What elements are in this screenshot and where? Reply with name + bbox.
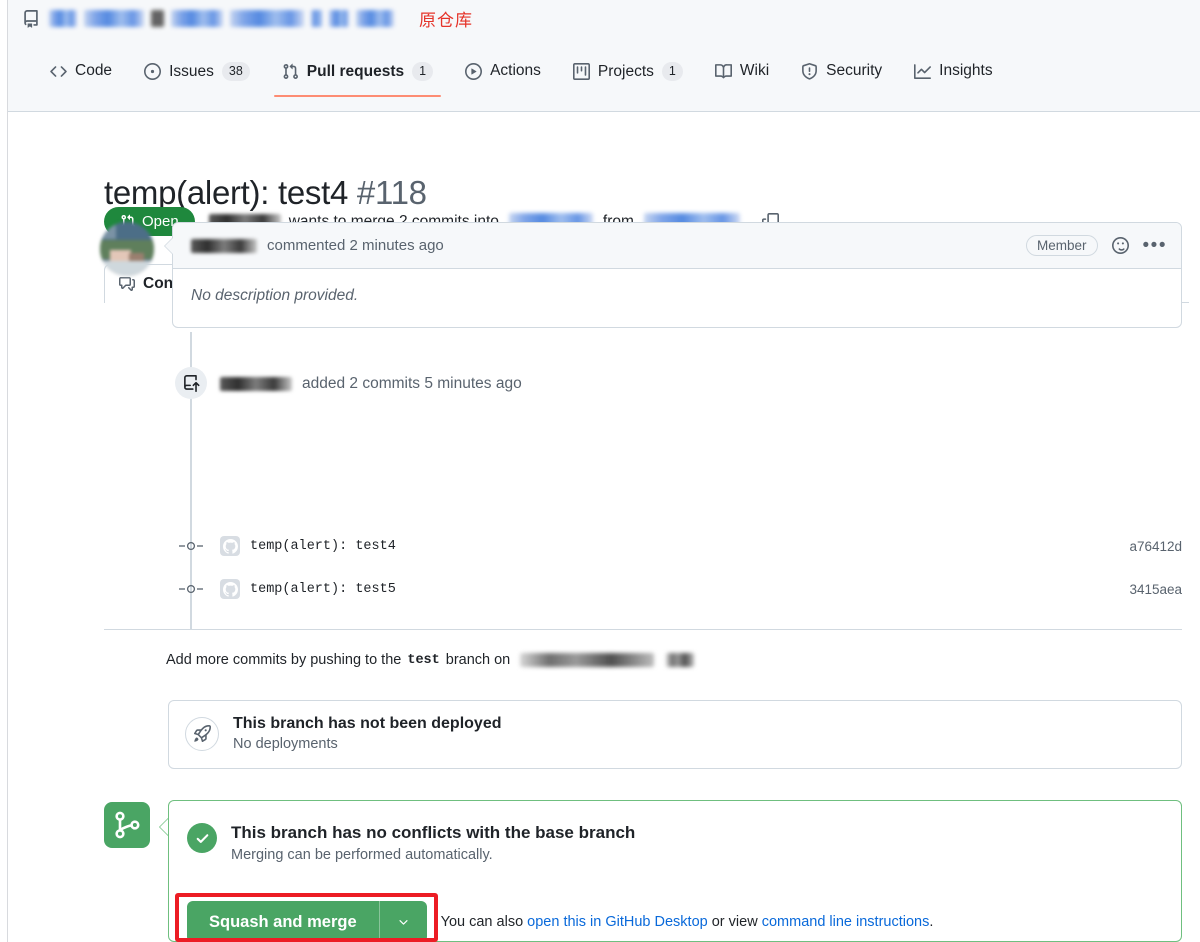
- commit-sha[interactable]: a76412d: [1129, 539, 1182, 554]
- nav-item-projects[interactable]: Projects 1: [557, 62, 699, 97]
- nav-count-projects: 1: [661, 62, 683, 81]
- push-author-redacted[interactable]: [220, 377, 292, 391]
- nav-label-insights: Insights: [939, 62, 993, 79]
- comment-discussion-icon: [119, 276, 135, 292]
- comment-actions: Member •••: [1026, 235, 1167, 256]
- commit-row[interactable]: temp(alert): test4 a76412d: [176, 533, 1182, 559]
- check-circle-icon: [187, 823, 217, 853]
- project-icon: [572, 63, 590, 80]
- comment-box: commented 2 minutes ago Member ••• No de…: [164, 222, 1182, 328]
- squash-and-merge-button[interactable]: Squash and merge: [187, 901, 427, 941]
- chevron-down-icon[interactable]: [380, 901, 427, 941]
- graph-icon: [914, 63, 932, 80]
- merge-box-arrow: [159, 818, 168, 836]
- merge-note-middle: or view: [707, 914, 762, 930]
- push-hint: Add more commits by pushing to the test …: [166, 652, 695, 668]
- avatar[interactable]: [100, 222, 154, 276]
- github-desktop-link[interactable]: open this in GitHub Desktop: [527, 914, 708, 930]
- pr-title-text: temp(alert): test4: [104, 174, 349, 212]
- nav-label-security: Security: [826, 62, 883, 79]
- merge-actions: Squash and merge You can also open this …: [187, 901, 934, 941]
- repository-name-redacted[interactable]: [49, 10, 394, 27]
- role-badge: Member: [1026, 235, 1098, 256]
- commit-message[interactable]: temp(alert): test4: [250, 539, 396, 554]
- shield-icon: [801, 62, 818, 80]
- push-hint-branch: test: [407, 652, 440, 668]
- nav-item-pull-requests[interactable]: Pull requests 1: [266, 62, 449, 97]
- push-event-label: added 2 commits 5 minutes ago: [302, 375, 522, 392]
- nav-item-wiki[interactable]: Wiki: [699, 62, 785, 96]
- push-hint-suffix: branch on: [445, 652, 511, 668]
- git-merge-icon: [104, 802, 150, 848]
- comment-arrow: [164, 237, 173, 255]
- play-icon: [465, 62, 483, 80]
- merge-status-header: This branch has no conflicts with the ba…: [169, 801, 1181, 863]
- push-hint-repo-redacted-2[interactable]: [666, 653, 695, 667]
- push-hint-repo-redacted[interactable]: [520, 653, 655, 667]
- section-divider: [104, 629, 1182, 630]
- nav-label-code: Code: [75, 62, 113, 79]
- book-icon: [714, 63, 732, 80]
- nav-item-security[interactable]: Security: [785, 62, 898, 96]
- issue-opened-icon: [144, 63, 162, 80]
- nav-label-pull-requests: Pull requests: [306, 62, 405, 80]
- comment-author-row: commented 2 minutes ago: [191, 237, 444, 254]
- github-mark-icon: [220, 536, 240, 556]
- annotation-original-repo: 原仓库: [419, 11, 473, 31]
- squash-and-merge-label: Squash and merge: [209, 912, 357, 931]
- comment-timestamp: commented 2 minutes ago: [267, 237, 444, 254]
- comment-author-redacted[interactable]: [191, 238, 257, 253]
- rocket-icon: [185, 716, 219, 751]
- merge-note-prefix: You can also: [440, 914, 528, 930]
- command-line-instructions-link[interactable]: command line instructions: [762, 914, 930, 930]
- merge-status-subtitle: Merging can be performed automatically.: [231, 847, 493, 863]
- deployment-status-box: This branch has not been deployed No dep…: [168, 700, 1182, 769]
- deployment-text: This branch has not been deployed No dep…: [233, 715, 501, 752]
- add-reaction-icon[interactable]: [1111, 237, 1129, 254]
- repo-icon: [22, 9, 40, 28]
- merge-note-suffix: .: [929, 914, 934, 930]
- nav-count-pull-requests: 1: [412, 62, 434, 81]
- repository-title-row: 原仓库: [22, 6, 473, 31]
- nav-item-issues[interactable]: Issues 38: [128, 62, 266, 97]
- merge-status-text: This branch has no conflicts with the ba…: [231, 823, 635, 863]
- deployment-subtitle: No deployments: [233, 736, 338, 752]
- nav-label-actions: Actions: [490, 62, 541, 79]
- nav-item-insights[interactable]: Insights: [898, 62, 1008, 96]
- push-event-icon: [175, 367, 207, 399]
- push-event-text: added 2 commits 5 minutes ago: [220, 375, 522, 393]
- github-mark-icon: [220, 579, 240, 599]
- pr-number: #118: [356, 174, 427, 212]
- nav-label-issues: Issues: [169, 62, 214, 80]
- commit-message[interactable]: temp(alert): test5: [250, 582, 396, 597]
- deployment-title: This branch has not been deployed: [233, 715, 502, 732]
- merge-status-title: This branch has no conflicts with the ba…: [231, 823, 636, 842]
- commit-row[interactable]: temp(alert): test5 3415aea: [176, 576, 1182, 602]
- commit-node-icon: [176, 584, 206, 594]
- code-icon: [50, 63, 67, 80]
- repository-nav: Code Issues 38 Pull requests 1 Actions P…: [34, 62, 1009, 97]
- nav-label-wiki: Wiki: [739, 62, 770, 79]
- git-pull-request-icon: [282, 63, 299, 80]
- page-left-border: [7, 0, 8, 942]
- commit-sha[interactable]: 3415aea: [1129, 582, 1182, 597]
- nav-count-issues: 38: [221, 62, 250, 81]
- comment-body: No description provided.: [191, 287, 359, 304]
- comment-menu-icon[interactable]: •••: [1143, 236, 1167, 255]
- comment-header: commented 2 minutes ago Member •••: [173, 223, 1181, 269]
- nav-label-projects: Projects: [597, 62, 654, 80]
- nav-item-code[interactable]: Code: [34, 62, 128, 96]
- merge-help-text: You can also open this in GitHub Desktop…: [441, 914, 934, 930]
- repository-header: 原仓库 Code Issues 38 Pull requests 1 Actio…: [8, 0, 1200, 112]
- nav-item-actions[interactable]: Actions: [449, 62, 557, 96]
- merge-status-box: This branch has no conflicts with the ba…: [168, 800, 1182, 942]
- commit-node-icon: [176, 541, 206, 551]
- push-hint-prefix: Add more commits by pushing to the: [166, 652, 402, 668]
